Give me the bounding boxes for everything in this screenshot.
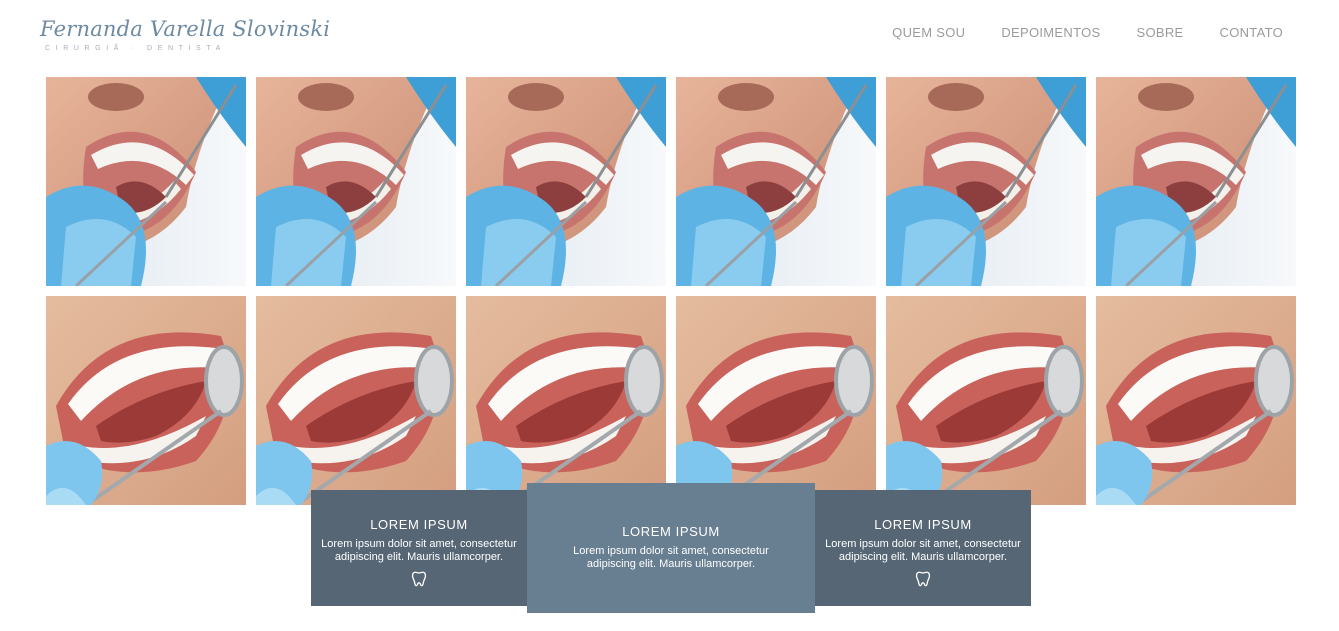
- tooth-icon: [411, 571, 427, 587]
- nav-link-quem-sou[interactable]: QUEM SOU: [892, 24, 965, 41]
- gallery-photo-dental-exam[interactable]: [676, 77, 876, 286]
- main-nav: QUEM SOU DEPOIMENTOS SOBRE CONTATO: [892, 24, 1283, 41]
- smile-image: [886, 296, 1086, 505]
- dental-exam-image: [466, 77, 666, 286]
- card-text: Lorem ipsum dolor sit amet, consectetur …: [573, 545, 769, 570]
- photo-gallery: [46, 77, 1296, 505]
- gallery-photo-smile[interactable]: [256, 296, 456, 505]
- dental-exam-image: [46, 77, 246, 286]
- feature-card-left: LOREM IPSUM Lorem ipsum dolor sit amet, …: [311, 490, 527, 606]
- gallery-photo-smile[interactable]: [886, 296, 1086, 505]
- card-text: Lorem ipsum dolor sit amet, consectetur …: [321, 538, 517, 563]
- nav-link-contato[interactable]: CONTATO: [1220, 24, 1284, 41]
- card-title: LOREM IPSUM: [874, 517, 972, 532]
- nav-link-depoimentos[interactable]: DEPOIMENTOS: [1001, 24, 1100, 41]
- dental-exam-image: [886, 77, 1086, 286]
- gallery-photo-smile[interactable]: [676, 296, 876, 505]
- gallery-photo-dental-exam[interactable]: [256, 77, 456, 286]
- smile-image: [466, 296, 666, 505]
- card-title: LOREM IPSUM: [622, 524, 720, 539]
- brand-name: Fernanda Varella Slovinski: [40, 17, 331, 41]
- feature-card-center: LOREM IPSUM Lorem ipsum dolor sit amet, …: [527, 483, 815, 613]
- card-title: LOREM IPSUM: [370, 517, 468, 532]
- smile-image: [256, 296, 456, 505]
- smile-image: [46, 296, 246, 505]
- dental-exam-image: [676, 77, 876, 286]
- gallery-photo-smile[interactable]: [466, 296, 666, 505]
- smile-image: [676, 296, 876, 505]
- gallery-photo-dental-exam[interactable]: [886, 77, 1086, 286]
- brand-subtitle: CIRURGIÃ · DENTISTA: [45, 45, 226, 52]
- smile-image: [1096, 296, 1296, 505]
- brand-logo[interactable]: Fernanda Varella Slovinski CIRURGIÃ · DE…: [40, 14, 331, 58]
- gallery-photo-smile[interactable]: [46, 296, 246, 505]
- dental-exam-image: [1096, 77, 1296, 286]
- gallery-photo-dental-exam[interactable]: [466, 77, 666, 286]
- gallery-photo-smile[interactable]: [1096, 296, 1296, 505]
- gallery-photo-dental-exam[interactable]: [1096, 77, 1296, 286]
- dental-exam-image: [256, 77, 456, 286]
- nav-link-sobre[interactable]: SOBRE: [1136, 24, 1183, 41]
- card-text: Lorem ipsum dolor sit amet, consectetur …: [825, 538, 1021, 563]
- tooth-icon: [915, 571, 931, 587]
- gallery-photo-dental-exam[interactable]: [46, 77, 246, 286]
- feature-card-right: LOREM IPSUM Lorem ipsum dolor sit amet, …: [815, 490, 1031, 606]
